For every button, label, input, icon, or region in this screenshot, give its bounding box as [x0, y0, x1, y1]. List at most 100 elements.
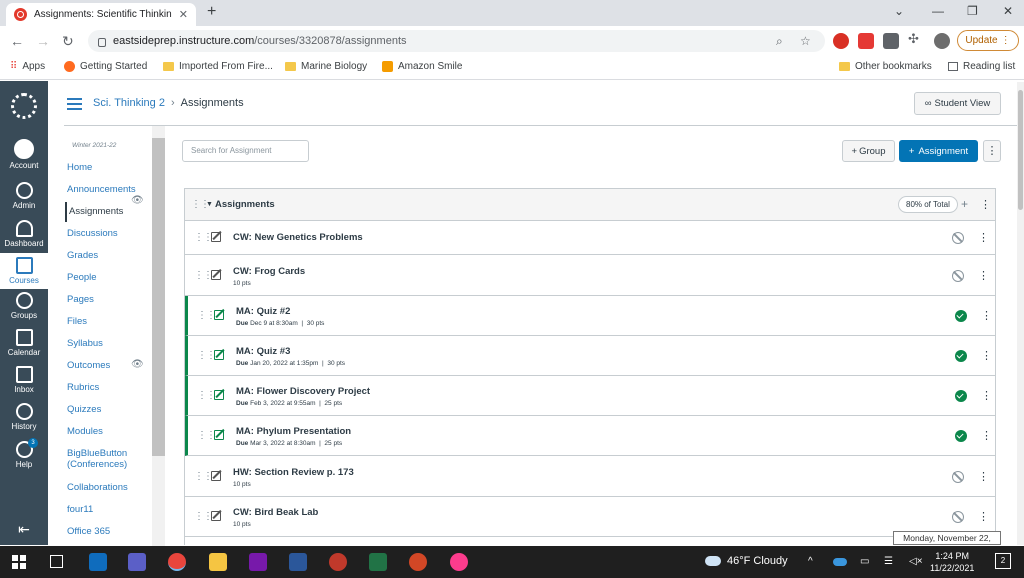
assignment-row[interactable]: ⋮⋮ CW: New Genetics Problems ⋮ [185, 221, 995, 255]
canvas-logo[interactable] [0, 93, 48, 119]
global-nav-account[interactable]: Account [0, 139, 48, 170]
profile-avatar[interactable] [934, 33, 950, 49]
back-icon[interactable]: ← [10, 33, 24, 49]
assignment-kebab-icon[interactable]: ⋮ [978, 510, 989, 523]
close-window-icon[interactable]: ✕ [1003, 4, 1013, 18]
bookmark-star-icon[interactable]: ☆ [800, 34, 811, 48]
address-bar[interactable]: eastsideprep.instructure.com/courses/332… [88, 30, 825, 52]
course-nav-files[interactable]: Files [67, 316, 87, 327]
drag-handle-icon[interactable]: ⋮⋮ [197, 430, 216, 441]
assignment-row[interactable]: ⋮⋮ CW: Frog Cards 10 pts ⋮ [185, 255, 995, 296]
bookmark-imported[interactable]: Imported From Fire... [163, 61, 273, 72]
add-to-group-icon[interactable]: + [961, 197, 968, 211]
minimize-icon[interactable]: — [932, 4, 944, 18]
forward-icon[interactable]: → [36, 33, 50, 49]
course-nav-outcomes[interactable]: Outcomes [67, 360, 110, 371]
course-nav-bigbluebutton[interactable]: BigBlueButton (Conferences) [67, 448, 145, 470]
global-nav-history[interactable]: History [0, 403, 48, 431]
assignment-kebab-icon[interactable]: ⋮ [978, 231, 989, 244]
global-nav-admin[interactable]: Admin [0, 182, 48, 210]
group-header[interactable]: ⋮⋮ ▼ Assignments 80% of Total + ⋮ [185, 189, 995, 221]
bookmark-apps[interactable]: ⠿ Apps [10, 61, 45, 72]
assignment-search-input[interactable]: Search for Assignment [182, 140, 309, 162]
add-group-button[interactable]: + Group [842, 140, 895, 162]
snip-icon[interactable] [329, 553, 347, 571]
course-nav-collaborations[interactable]: Collaborations [67, 482, 128, 493]
assignment-title[interactable]: MA: Quiz #2 [236, 306, 290, 317]
drag-handle-icon[interactable]: ⋮⋮ [197, 390, 216, 401]
tab-search-icon[interactable]: ⌄ [894, 4, 904, 18]
unpublished-icon[interactable] [952, 232, 964, 244]
settings-kebab-icon[interactable]: ⋮ [983, 140, 1001, 162]
reading-list[interactable]: Reading list [948, 61, 1015, 72]
global-nav-courses[interactable]: Courses [0, 253, 48, 289]
course-menu-toggle-icon[interactable] [67, 98, 82, 113]
outlook-icon[interactable] [89, 553, 107, 571]
course-nav-announcements[interactable]: Announcements [67, 184, 136, 195]
assignment-title[interactable]: HW: Section Review p. 173 [233, 467, 354, 478]
assignment-title[interactable]: MA: Phylum Presentation [236, 426, 351, 437]
global-nav-help[interactable]: Help 3 [0, 438, 48, 469]
assignment-row[interactable]: ⋮⋮ CW: Bird Beak Lab 10 pts ⋮ [185, 497, 995, 537]
close-tab-icon[interactable]: ✕ [179, 8, 188, 21]
zoom-search-icon[interactable]: ⌕ [776, 34, 783, 49]
course-nav-syllabus[interactable]: Syllabus [67, 338, 103, 349]
course-nav-rubrics[interactable]: Rubrics [67, 382, 99, 393]
windows-start-icon[interactable] [12, 555, 26, 569]
bookmark-amazon-smile[interactable]: Amazon Smile [382, 61, 462, 72]
drag-handle-icon[interactable]: ⋮⋮ [194, 471, 213, 482]
assignment-row[interactable]: ⋮⋮ MA: Quiz #2 Due Dec 9 at 8:30am | 30 pt… [185, 296, 995, 336]
student-view-button[interactable]: ∞ Student View [914, 92, 1001, 115]
adblock-extension-icon[interactable] [833, 33, 849, 49]
assignment-kebab-icon[interactable]: ⋮ [981, 429, 992, 442]
weather-widget[interactable]: 46°F Cloudy [705, 555, 788, 567]
published-check-icon[interactable] [955, 310, 967, 322]
grammar-extension-icon[interactable] [883, 33, 899, 49]
drag-handle-icon[interactable]: ⋮⋮ [197, 310, 216, 321]
global-nav-calendar[interactable]: Calendar [0, 329, 48, 357]
published-check-icon[interactable] [955, 390, 967, 402]
excel-icon[interactable] [369, 553, 387, 571]
file-explorer-icon[interactable] [209, 553, 227, 571]
course-nav-home[interactable]: Home [67, 162, 92, 173]
word-icon[interactable] [289, 553, 307, 571]
course-nav-grades[interactable]: Grades [67, 250, 98, 261]
course-nav-quizzes[interactable]: Quizzes [67, 404, 101, 415]
course-nav-scroll-thumb[interactable] [152, 138, 165, 456]
unpublished-icon[interactable] [952, 471, 964, 483]
teams-icon[interactable] [128, 553, 146, 571]
course-nav-office365[interactable]: Office 365 [67, 526, 110, 537]
global-nav-groups[interactable]: Groups [0, 292, 48, 320]
bookmark-other[interactable]: Other bookmarks [839, 61, 932, 72]
reload-icon[interactable]: ↻ [62, 33, 74, 50]
course-nav-people[interactable]: People [67, 272, 97, 283]
stop-extension-icon[interactable] [858, 33, 874, 49]
drag-handle-icon[interactable]: ⋮⋮ [194, 511, 213, 522]
assignment-kebab-icon[interactable]: ⋮ [981, 309, 992, 322]
global-nav-inbox[interactable]: Inbox [0, 366, 48, 394]
drag-handle-icon[interactable]: ⋮⋮ [197, 350, 216, 361]
chrome-icon[interactable] [168, 553, 186, 571]
page-scroll-thumb[interactable] [1018, 90, 1023, 210]
published-check-icon[interactable] [955, 350, 967, 362]
assignment-title[interactable]: CW: New Genetics Problems [233, 232, 363, 243]
bookmark-getting-started[interactable]: Getting Started [64, 61, 147, 72]
new-tab-icon[interactable]: + [207, 3, 216, 21]
assignment-kebab-icon[interactable]: ⋮ [978, 269, 989, 282]
assignment-kebab-icon[interactable]: ⋮ [981, 389, 992, 402]
course-nav-modules[interactable]: Modules [67, 426, 103, 437]
battery-icon[interactable]: ▭ [860, 556, 869, 567]
extensions-puzzle-icon[interactable]: ✣ [908, 31, 924, 47]
assignment-kebab-icon[interactable]: ⋮ [981, 349, 992, 362]
itunes-icon[interactable] [450, 553, 468, 571]
assignment-title[interactable]: MA: Quiz #3 [236, 346, 290, 357]
global-nav-dashboard[interactable]: Dashboard [0, 220, 48, 248]
caret-down-icon[interactable]: ▼ [206, 201, 213, 208]
published-check-icon[interactable] [955, 430, 967, 442]
assignment-title[interactable]: MA: Flower Discovery Project [236, 386, 370, 397]
assignment-row[interactable]: ⋮⋮ MA: Quiz #3 Due Jan 20, 2022 at 1:35pm … [185, 336, 995, 376]
taskbar-clock[interactable]: 1:24 PM 11/22/2021 [930, 550, 974, 574]
course-nav-assignments[interactable]: Assignments [65, 202, 123, 222]
course-nav-pages[interactable]: Pages [67, 294, 94, 305]
course-nav-discussions[interactable]: Discussions [67, 228, 118, 239]
